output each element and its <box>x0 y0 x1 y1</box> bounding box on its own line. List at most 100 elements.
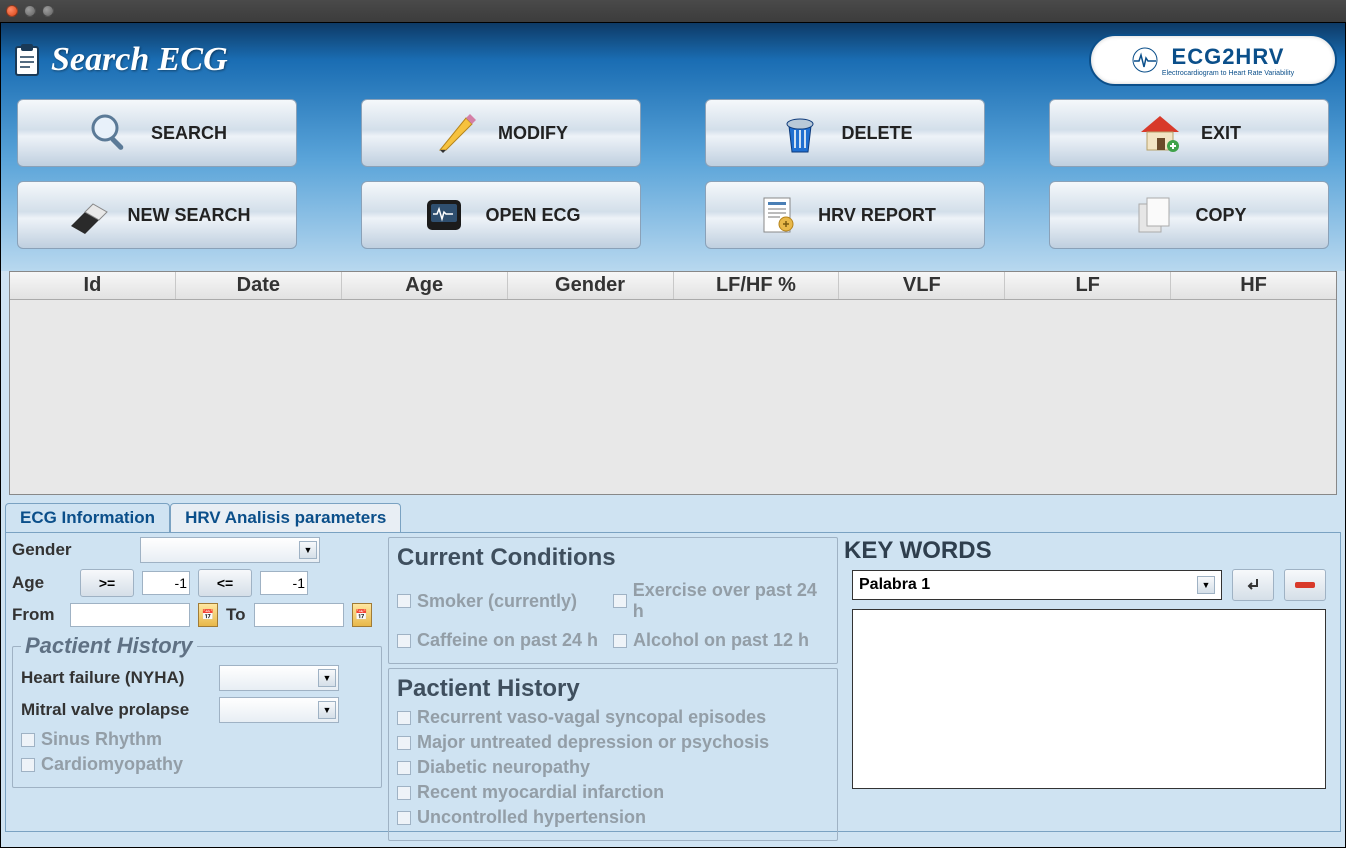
hypertension-label: Uncontrolled hypertension <box>417 807 646 828</box>
date-from-input[interactable] <box>70 603 190 627</box>
caffeine-checkbox[interactable] <box>397 634 411 648</box>
col-gender[interactable]: Gender <box>508 272 674 299</box>
age-le-button[interactable]: <= <box>198 569 252 597</box>
sinus-rhythm-checkbox[interactable] <box>21 733 35 747</box>
clipboard-icon <box>13 43 41 77</box>
exercise-label: Exercise over past 24 h <box>633 580 829 622</box>
app-window: Search ECG ECG2HRV Electrocardiogram to … <box>0 22 1346 848</box>
col-vlf[interactable]: VLF <box>839 272 1005 299</box>
from-label: From <box>12 605 62 625</box>
table-header-row: Id Date Age Gender LF/HF % VLF LF HF <box>10 272 1336 300</box>
alcohol-label: Alcohol on past 12 h <box>633 630 809 651</box>
patient-history-mid-title: Pactient History <box>397 675 829 703</box>
cardiomyopathy-checkbox[interactable] <box>21 758 35 772</box>
hrv-report-button[interactable]: HRV REPORT <box>705 181 985 249</box>
copy-button[interactable]: COPY <box>1049 181 1329 249</box>
col-hf[interactable]: HF <box>1171 272 1336 299</box>
myocardial-infarction-checkbox[interactable] <box>397 786 411 800</box>
exercise-checkbox[interactable] <box>613 594 627 608</box>
vasovagal-checkbox[interactable] <box>397 711 411 725</box>
mitral-valve-label: Mitral valve prolapse <box>21 700 211 720</box>
cardiomyopathy-label: Cardiomyopathy <box>41 754 183 775</box>
keyword-add-button[interactable] <box>1232 569 1274 601</box>
pencil-icon <box>434 110 480 156</box>
chevron-down-icon: ▼ <box>1197 576 1215 594</box>
patient-history-mid-group: Pactient History Recurrent vaso-vagal sy… <box>388 668 838 841</box>
smoker-checkbox[interactable] <box>397 594 411 608</box>
age-ge-button[interactable]: >= <box>80 569 134 597</box>
keyword-selected: Palabra 1 <box>859 576 930 594</box>
tab-hrv-analysis-parameters[interactable]: HRV Analisis parameters <box>170 503 401 532</box>
open-ecg-button[interactable]: OPEN ECG <box>361 181 641 249</box>
alcohol-checkbox[interactable] <box>613 634 627 648</box>
eraser-icon <box>63 192 109 238</box>
col-date[interactable]: Date <box>176 272 342 299</box>
tab-ecg-information[interactable]: ECG Information <box>5 503 170 532</box>
depression-label: Major untreated depression or psychosis <box>417 732 769 753</box>
keyword-remove-button[interactable] <box>1284 569 1326 601</box>
exit-button-label: EXIT <box>1201 123 1241 144</box>
col-lfhf[interactable]: LF/HF % <box>674 272 840 299</box>
ecg-monitor-icon <box>421 192 467 238</box>
exit-button[interactable]: EXIT <box>1049 99 1329 167</box>
diabetic-neuropathy-checkbox[interactable] <box>397 761 411 775</box>
current-conditions-group: Current Conditions Smoker (currently) Ex… <box>388 537 838 664</box>
age-label: Age <box>12 573 72 593</box>
delete-button[interactable]: DELETE <box>705 99 985 167</box>
results-table[interactable]: Id Date Age Gender LF/HF % VLF LF HF <box>9 271 1337 495</box>
col-id[interactable]: Id <box>10 272 176 299</box>
trash-icon <box>777 110 823 156</box>
home-icon <box>1137 110 1183 156</box>
calendar-from-icon[interactable]: 📅 <box>198 603 218 627</box>
mitral-valve-select[interactable]: ▼ <box>219 697 339 723</box>
modify-button-label: MODIFY <box>498 123 568 144</box>
col-lf[interactable]: LF <box>1005 272 1171 299</box>
copy-icon <box>1131 192 1177 238</box>
sinus-rhythm-label: Sinus Rhythm <box>41 729 162 750</box>
tab-bar: ECG Information HRV Analisis parameters <box>5 503 1341 532</box>
vasovagal-label: Recurrent vaso-vagal syncopal episodes <box>417 707 766 728</box>
age-to-input[interactable] <box>260 571 308 595</box>
report-icon <box>754 192 800 238</box>
search-button-label: SEARCH <box>151 123 227 144</box>
window-minimize-button[interactable] <box>24 5 36 17</box>
smoker-label: Smoker (currently) <box>417 591 577 612</box>
open-ecg-button-label: OPEN ECG <box>485 205 580 226</box>
logo-subtext: Electrocardiogram to Heart Rate Variabil… <box>1162 70 1294 77</box>
depression-checkbox[interactable] <box>397 736 411 750</box>
heart-failure-label: Heart failure (NYHA) <box>21 668 211 688</box>
keyword-list[interactable] <box>852 609 1326 789</box>
patient-history-left-title: Pactient History <box>21 633 197 659</box>
hrv-report-button-label: HRV REPORT <box>818 205 936 226</box>
enter-arrow-icon <box>1243 575 1263 595</box>
filter-panel: Gender ▼ Age >= <= From 📅 To 📅 <box>5 532 1341 832</box>
keyword-select[interactable]: Palabra 1 ▼ <box>852 570 1222 600</box>
keywords-title: KEY WORDS <box>844 537 1334 565</box>
delete-button-label: DELETE <box>841 123 912 144</box>
window-titlebar <box>0 0 1346 22</box>
modify-button[interactable]: MODIFY <box>361 99 641 167</box>
to-label: To <box>226 605 246 625</box>
ecg-wave-icon <box>1132 47 1158 73</box>
myocardial-infarction-label: Recent myocardial infarction <box>417 782 664 803</box>
app-logo: ECG2HRV Electrocardiogram to Heart Rate … <box>1089 34 1337 86</box>
col-age[interactable]: Age <box>342 272 508 299</box>
date-to-input[interactable] <box>254 603 344 627</box>
calendar-to-icon[interactable]: 📅 <box>352 603 372 627</box>
copy-button-label: COPY <box>1195 205 1246 226</box>
current-conditions-title: Current Conditions <box>397 544 829 572</box>
magnifier-icon <box>87 110 133 156</box>
gender-label: Gender <box>12 540 132 560</box>
page-title: Search ECG <box>51 41 228 79</box>
logo-text: ECG2HRV <box>1172 44 1285 70</box>
gender-select[interactable]: ▼ <box>140 537 320 563</box>
minus-icon <box>1295 582 1315 588</box>
diabetic-neuropathy-label: Diabetic neuropathy <box>417 757 590 778</box>
heart-failure-select[interactable]: ▼ <box>219 665 339 691</box>
age-from-input[interactable] <box>142 571 190 595</box>
search-button[interactable]: SEARCH <box>17 99 297 167</box>
window-maximize-button[interactable] <box>42 5 54 17</box>
window-close-button[interactable] <box>6 5 18 17</box>
new-search-button[interactable]: NEW SEARCH <box>17 181 297 249</box>
hypertension-checkbox[interactable] <box>397 811 411 825</box>
